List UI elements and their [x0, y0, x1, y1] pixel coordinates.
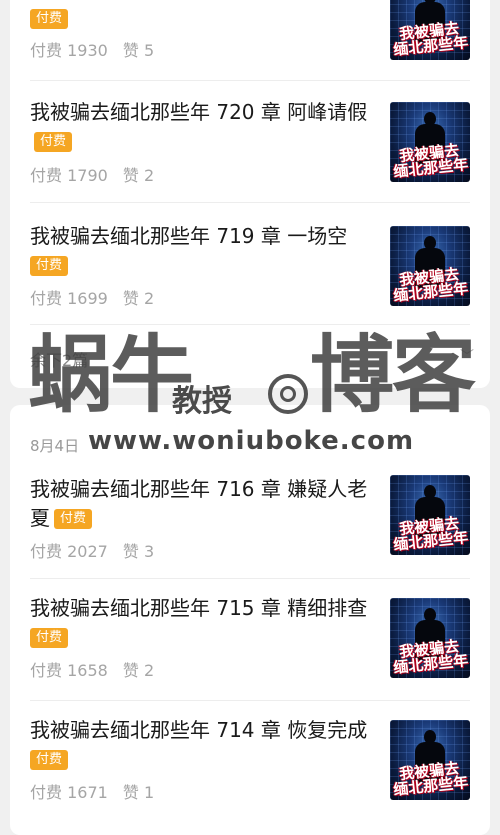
pay-count: 付费 2027: [30, 542, 108, 561]
article-meta: 付费 2027 赞 3: [30, 538, 154, 562]
article-cover-image[interactable]: 我被骗去 缅北那些年: [390, 475, 470, 555]
like-count: 赞 2: [122, 661, 155, 680]
article-cover-image[interactable]: 我被骗去 缅北那些年: [390, 0, 470, 60]
article-item[interactable]: 我被骗去缅北那些年 716 章 嫌疑人老夏 付费 付费 2027 赞 3 我被骗去…: [30, 465, 470, 579]
article-item[interactable]: 我被骗去缅北那些年 720 章 阿峰请假付费 付费 1790 赞 2 我被骗去缅…: [30, 80, 470, 203]
article-item[interactable]: 我被骗去缅北那些年 719 章 一场空 付费 付费 1699 赞 2 我被骗去缅…: [30, 202, 470, 325]
article-meta: 付费 1790 赞 2: [30, 162, 154, 186]
pay-count: 付费 1699: [30, 289, 108, 308]
pay-count: 付费 1790: [30, 166, 108, 185]
article-cover-image[interactable]: 我被骗去 缅北那些年: [390, 102, 470, 182]
article-title: 付费: [30, 4, 370, 33]
article-meta: 付费 1671 赞 1: [30, 779, 154, 803]
paid-badge: 付费: [34, 132, 73, 152]
article-title: 我被骗去缅北那些年 720 章 阿峰请假付费: [30, 98, 370, 156]
like-count: 赞 1: [122, 783, 155, 802]
paid-badge: 付费: [30, 750, 69, 770]
like-count: 赞 2: [122, 166, 155, 185]
article-group-card: 付费 付费 1930 赞 5 我被骗去 缅北那些年 我被骗去缅北那些年 720 章…: [10, 0, 490, 388]
article-cover-image[interactable]: 我被骗去 缅北那些年: [390, 720, 470, 800]
article-title: 我被骗去缅北那些年 716 章 嫌疑人老夏 付费: [30, 475, 370, 533]
article-cover-image[interactable]: 我被骗去 缅北那些年: [390, 226, 470, 306]
pay-count: 付费 1658: [30, 661, 108, 680]
article-item[interactable]: 我被骗去缅北那些年 715 章 精细排查 付费 付费 1658 赞 2 我被骗去…: [30, 578, 470, 701]
remaining-articles-toggle[interactable]: 余下2篇: [30, 347, 88, 371]
article-title-text: 我被骗去缅北那些年 714 章 恢复完成: [30, 718, 368, 742]
like-count: 赞 2: [122, 289, 155, 308]
article-item[interactable]: 我被骗去缅北那些年 714 章 恢复完成 付费 付费 1671 赞 1 我被骗去…: [30, 700, 470, 822]
paid-badge: 付费: [30, 256, 69, 276]
article-title-text: 我被骗去缅北那些年 715 章 精细排查: [30, 596, 368, 620]
paid-badge: 付费: [54, 509, 93, 529]
pay-count: 付费 1671: [30, 783, 108, 802]
article-title: 我被骗去缅北那些年 719 章 一场空 付费: [30, 222, 370, 280]
article-meta: 付费 1930 赞 5: [30, 37, 154, 61]
article-item[interactable]: 付费 付费 1930 赞 5 我被骗去 缅北那些年: [30, 0, 470, 81]
article-meta: 付费 1699 赞 2: [30, 285, 154, 309]
like-count: 赞 3: [122, 542, 155, 561]
chevron-down-icon[interactable]: ﹀: [460, 346, 474, 366]
pay-count: 付费 1930: [30, 41, 108, 60]
article-cover-image[interactable]: 我被骗去 缅北那些年: [390, 598, 470, 678]
article-title-text: 我被骗去缅北那些年 719 章 一场空: [30, 224, 348, 248]
article-title: 我被骗去缅北那些年 715 章 精细排查 付费: [30, 594, 370, 652]
paid-badge: 付费: [30, 628, 69, 648]
article-title-text: 我被骗去缅北那些年 720 章 阿峰请假: [30, 100, 368, 124]
article-group-card: 8月4日 我被骗去缅北那些年 716 章 嫌疑人老夏 付费 付费 2027 赞 3…: [10, 405, 490, 835]
article-meta: 付费 1658 赞 2: [30, 657, 154, 681]
publish-date: 8月4日: [30, 437, 80, 455]
paid-badge: 付费: [30, 9, 69, 29]
article-title: 我被骗去缅北那些年 714 章 恢复完成 付费: [30, 716, 370, 774]
like-count: 赞 5: [122, 41, 155, 60]
